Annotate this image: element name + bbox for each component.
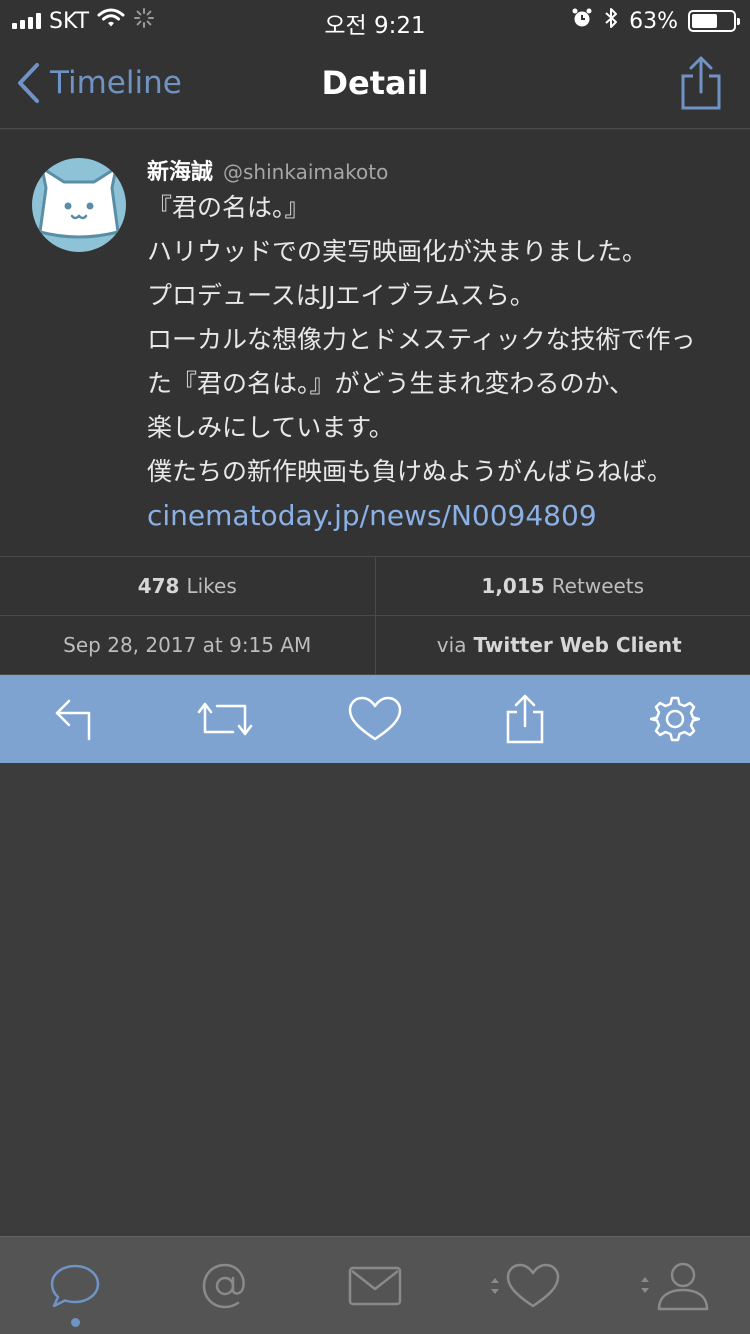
mentions-tab[interactable] (150, 1237, 300, 1334)
like-button[interactable] (300, 675, 450, 763)
stats-meta-row: Sep 28, 2017 at 9:15 AM via Twitter Web … (0, 616, 750, 675)
share-button[interactable] (680, 54, 722, 116)
likes-stat[interactable]: 478 Likes (0, 557, 375, 615)
gear-icon (650, 696, 700, 742)
share-tweet-button[interactable] (450, 675, 600, 763)
tweet-line: プロデュースはJJエイブラムスら。 (147, 281, 535, 310)
action-bar (0, 675, 750, 763)
share-icon (681, 56, 721, 110)
tweet-line: 『君の名は。』 (147, 193, 310, 222)
messages-tab[interactable] (300, 1237, 450, 1334)
tweet-line: ローカルな想像力とドメスティックな技術で作っ (147, 325, 696, 354)
tweet-line: た『君の名は。』がどう生まれ変わるのか、 (147, 369, 635, 398)
tweet-header: 新海誠 @shinkaimakoto (147, 154, 388, 186)
retweets-count: 1,015 (481, 574, 545, 598)
tweet-link[interactable]: cinematoday.jp/news/N0094809 (147, 494, 737, 538)
via-prefix: via (436, 633, 467, 657)
retweet-icon (197, 702, 253, 736)
tweet-line: ハリウッドでの実写映画化が決まりました。 (147, 237, 648, 266)
reply-button[interactable] (0, 675, 150, 763)
tweet-line: 楽しみにしています。 (147, 413, 394, 442)
status-bar: SKT 오전 9:21 63% (0, 0, 750, 40)
heart-icon (348, 696, 402, 741)
nav-bar: Timeline Detail (0, 40, 750, 129)
reply-icon (55, 699, 91, 741)
retweets-label: Retweets (551, 574, 645, 598)
likes-count: 478 (137, 574, 180, 598)
via-client: via Twitter Web Client (374, 616, 750, 674)
person-sort-icon (641, 1262, 709, 1310)
share-icon (506, 694, 544, 744)
retweet-button[interactable] (150, 675, 300, 763)
bluetooth-icon (603, 6, 619, 36)
profile-tab[interactable] (600, 1237, 750, 1334)
tweet-text: 『君の名は。』 ハリウッドでの実写映画化が決まりました。 プロデュースはJJエイ… (147, 186, 737, 538)
heart-sort-icon (491, 1263, 560, 1307)
tweet-detail: 新海誠 @shinkaimakoto 『君の名は。』 ハリウッドでの実写映画化が… (0, 130, 750, 557)
tweet-timestamp: Sep 28, 2017 at 9:15 AM (63, 633, 312, 657)
stats-counts-row: 478 Likes 1,015 Retweets (0, 557, 750, 616)
battery-percent: 63% (629, 8, 678, 34)
page-title: Detail (321, 64, 429, 102)
client-name: Twitter Web Client (473, 633, 682, 657)
tab-bar (0, 1236, 750, 1334)
tweet-line: 僕たちの新作映画も負けぬようがんばらねば。 (147, 457, 673, 486)
alarm-icon (571, 7, 593, 35)
cat-face-icon (38, 166, 120, 239)
author-name[interactable]: 新海誠 (147, 154, 213, 186)
retweets-stat[interactable]: 1,015 Retweets (374, 557, 750, 615)
at-sign-icon (202, 1263, 245, 1308)
battery-icon (688, 10, 740, 32)
likes-label: Likes (186, 574, 237, 598)
active-tab-indicator (71, 1318, 80, 1327)
envelope-icon (348, 1266, 402, 1305)
favorites-tab[interactable] (450, 1237, 600, 1334)
timeline-tab[interactable] (0, 1237, 150, 1334)
status-right: 63% (571, 6, 740, 36)
avatar[interactable] (32, 158, 126, 252)
settings-button[interactable] (600, 675, 750, 763)
speech-bubble-icon (50, 1264, 100, 1307)
author-handle[interactable]: @shinkaimakoto (223, 160, 388, 184)
